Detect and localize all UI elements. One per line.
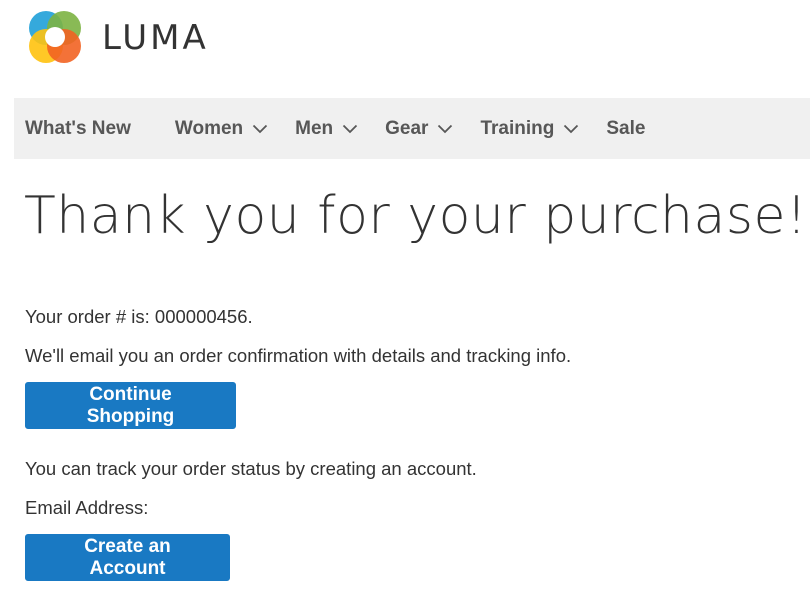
main-navigation: What's New Women Men Gear Training Sale (14, 98, 810, 159)
email-address-label: Email Address: (25, 497, 149, 518)
nav-item-label: Women (174, 117, 244, 139)
chevron-down-icon (564, 124, 579, 133)
page: LUMA What's New Women Men Gear Training … (0, 0, 810, 591)
chevron-down-icon (343, 124, 358, 133)
nav-item-label: Sale (606, 117, 646, 139)
email-confirmation-notice: We'll email you an order confirmation wi… (25, 345, 572, 366)
chevron-down-icon (253, 124, 268, 133)
nav-item-whats-new[interactable]: What's New (25, 118, 131, 140)
luma-logo-icon (29, 11, 81, 63)
nav-item-label: Gear (385, 117, 429, 139)
chevron-down-icon (438, 124, 453, 133)
track-order-notice: You can track your order status by creat… (25, 458, 477, 479)
nav-item-women[interactable]: Women (175, 118, 268, 140)
create-account-button[interactable]: Create an Account (25, 534, 230, 581)
nav-item-label: Men (295, 117, 334, 139)
nav-item-label: What's New (25, 117, 131, 139)
continue-shopping-button[interactable]: Continue Shopping (25, 382, 236, 429)
brand-name: LUMA (102, 18, 209, 58)
nav-item-sale[interactable]: Sale (606, 118, 645, 140)
order-number-text: Your order # is: 000000456. (25, 306, 253, 327)
nav-item-label: Training (480, 117, 555, 139)
page-title: Thank you for your purchase! (24, 186, 808, 246)
luma-logo[interactable]: LUMA (26, 8, 209, 66)
nav-list: What's New Women Men Gear Training Sale (14, 98, 810, 159)
nav-item-gear[interactable]: Gear (385, 118, 453, 140)
nav-item-training[interactable]: Training (480, 118, 579, 140)
nav-item-men[interactable]: Men (295, 118, 358, 140)
